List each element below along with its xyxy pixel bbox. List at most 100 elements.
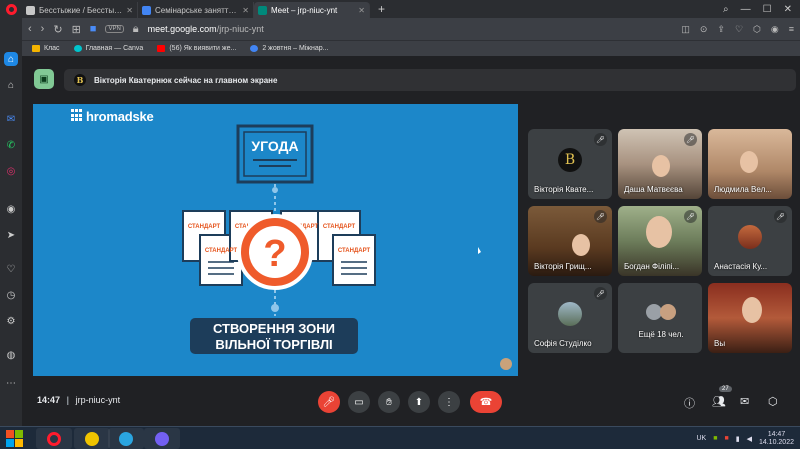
language-indicator[interactable]: UK <box>697 435 707 442</box>
mic-off-icon: 🎤︎ <box>594 133 607 146</box>
workspace-icon[interactable]: ⌂ <box>4 52 18 66</box>
window-controls: ⌕ — ☐ ✕ <box>723 4 800 15</box>
music-player-icon[interactable]: ◉ <box>4 202 18 216</box>
bookmark-news[interactable]: 2 жовтня – Міжнар... <box>250 45 329 52</box>
bookmark-label: Главная — Canva <box>85 45 144 52</box>
tab-label: Семінарське заняття №2 Т <box>155 5 238 15</box>
bookmark-label: (56) Як виявити же... <box>169 45 237 52</box>
opera-sidebar: ⌂ ⌂ ✉ ✆ ◎ ◉ ➤ ♡ ◷ ⚙ ◍ ⋯ <box>0 18 22 426</box>
participant-tile[interactable]: 🎤︎ Вікторія Грищ... <box>528 206 612 276</box>
caption-line-2: ВІЛЬНОЇ ТОРГІВЛІ <box>215 337 332 352</box>
meet-main: ▣ B Вікторія Кватернюк сейчас на главном… <box>22 56 800 426</box>
snapshot-icon[interactable]: ⊙ <box>700 24 708 35</box>
avatar <box>738 225 762 249</box>
participant-name: Даша Матвєєва <box>624 185 683 194</box>
tab-close-icon[interactable]: ✕ <box>358 6 365 15</box>
chat-icon[interactable]: ✉ <box>740 395 749 408</box>
bookmark-canva[interactable]: Главная — Canva <box>73 45 144 52</box>
url-path: /jrp-niuc-ynt <box>216 24 264 34</box>
tab-2[interactable]: Семінарське заняття №2 Т ✕ <box>138 2 254 18</box>
tab-close-icon[interactable]: ✕ <box>242 6 249 15</box>
easy-setup-icon[interactable]: ≡ <box>789 24 794 35</box>
settings-icon[interactable]: ⚙ <box>4 314 18 328</box>
tab-label: Meet – jrp-niuc-ynt <box>271 5 338 15</box>
heart-icon[interactable]: ♡ <box>4 262 18 276</box>
shared-screen[interactable]: hromadske УГОДА СТАНДАРТ СТАНДАРТ СТАНДА… <box>33 104 518 376</box>
participant-video <box>652 155 670 177</box>
participant-tile[interactable]: Людмила Вел... <box>708 129 792 199</box>
mic-off-icon: 🎤︎ <box>684 210 697 223</box>
instagram-icon[interactable]: ◎ <box>4 164 18 178</box>
more-participants-tile[interactable]: Ещё 18 чел. <box>618 283 702 353</box>
question-mark: ? <box>263 233 286 275</box>
tab-favicon-icon <box>26 5 35 15</box>
more-options-button[interactable]: ⋮ <box>438 391 460 413</box>
people-icon[interactable]: 👥︎ <box>712 395 726 408</box>
close-window-button[interactable]: ✕ <box>784 4 792 15</box>
opera-taskbar-icon[interactable] <box>36 428 72 449</box>
search-tabs-icon[interactable]: ⌕ <box>723 4 729 15</box>
more-icon[interactable]: ⋯ <box>4 376 18 390</box>
bookmark-youtube[interactable]: (56) Як виявити же... <box>157 45 236 52</box>
maximize-button[interactable]: ☐ <box>763 4 772 15</box>
trade-illustration: УГОДА СТАНДАРТ СТАНДАРТ СТАНДАРТ СТАНДАР… <box>182 124 481 354</box>
reload-icon[interactable]: ↻ <box>53 23 62 36</box>
vpn-badge[interactable]: VPN <box>105 25 124 33</box>
self-view-tile[interactable]: Вы <box>708 283 792 353</box>
classroom-icon <box>32 45 40 52</box>
opera-menu-icon[interactable] <box>0 0 22 18</box>
participant-tile[interactable]: 🎤︎ Даша Матвєєва <box>618 129 702 199</box>
clock-time: 14:47 <box>767 430 786 438</box>
tab-1[interactable]: Бесстыжие / Бесстыдник ✕ <box>22 2 138 18</box>
bookmark-klas[interactable]: Клас <box>32 45 60 52</box>
participant-tile[interactable]: 🎤︎ Софія Студілко <box>528 283 612 353</box>
standard-label: СТАНДАРТ <box>188 224 221 230</box>
presentation-icon[interactable]: ▣ <box>34 69 54 89</box>
tab-close-icon[interactable]: ✕ <box>126 6 133 15</box>
taskbar-clock[interactable]: 14:47 14.10.2022 <box>759 431 794 447</box>
participant-tile[interactable]: B 🎤︎ Вікторія Квате... <box>528 129 612 199</box>
bookmark-heart-icon[interactable]: ♡ <box>735 24 743 35</box>
camera-permission-icon[interactable]: ◫ <box>681 24 690 35</box>
activities-icon[interactable]: ⬡ <box>768 395 778 408</box>
new-tab-button[interactable]: + <box>370 2 393 16</box>
whatsapp-icon[interactable]: ✆ <box>4 138 18 152</box>
participant-tile[interactable]: 🎤︎ Богдан Філіпі... <box>618 206 702 276</box>
mic-off-icon: 🎤︎ <box>594 210 607 223</box>
history-icon[interactable]: ◷ <box>4 288 18 302</box>
location-icon[interactable]: ◍ <box>4 348 18 362</box>
windows-start-icon[interactable] <box>4 429 24 448</box>
home-icon[interactable]: ⌂ <box>4 78 18 92</box>
back-icon[interactable]: ‹ <box>28 23 32 35</box>
meeting-details-icon[interactable]: ⓘ <box>684 395 695 411</box>
camera-icon: ■ <box>89 23 97 35</box>
present-screen-button[interactable]: ⬆ <box>408 391 430 413</box>
participant-tile[interactable]: 🎤︎ Анастасія Ку... <box>708 206 792 276</box>
leave-call-button[interactable]: ☎ <box>470 391 502 413</box>
tray-app-icon[interactable]: ■ <box>724 435 728 442</box>
tab-3-active[interactable]: Meet – jrp-niuc-ynt ✕ <box>254 2 370 18</box>
yandex-taskbar-icon[interactable] <box>74 428 110 449</box>
tab-favicon-icon <box>142 5 151 15</box>
raise-hand-button[interactable]: ✋︎ <box>378 391 400 413</box>
youtube-icon <box>157 45 166 52</box>
extensions-icon[interactable]: ⬡ <box>753 24 761 35</box>
forward-icon[interactable]: › <box>41 23 45 35</box>
profile-icon[interactable]: ◉ <box>771 24 779 35</box>
telegram-taskbar-icon[interactable] <box>108 428 144 449</box>
send-icon[interactable]: ➤ <box>4 228 18 242</box>
url-field[interactable]: meet.google.com/jrp-niuc-ynt <box>148 24 264 34</box>
camera-toggle-button[interactable]: ▭ <box>348 391 370 413</box>
tabs-grid-icon[interactable]: ⊞ <box>72 23 81 36</box>
participant-name: Вікторія Квате... <box>534 185 594 194</box>
viber-taskbar-icon[interactable] <box>144 428 180 449</box>
avatar: B <box>558 148 582 172</box>
minimize-button[interactable]: — <box>741 4 751 15</box>
messenger-icon[interactable]: ✉ <box>4 112 18 126</box>
mic-toggle-button[interactable]: 🎤︎ <box>318 391 340 413</box>
tray-apps-icon[interactable]: ■ <box>713 435 717 442</box>
volume-icon[interactable]: ◀ <box>747 435 752 443</box>
agreement-title: УГОДА <box>251 138 298 154</box>
share-icon[interactable]: ⇪ <box>717 24 725 35</box>
network-icon[interactable]: ▮ <box>736 435 740 443</box>
